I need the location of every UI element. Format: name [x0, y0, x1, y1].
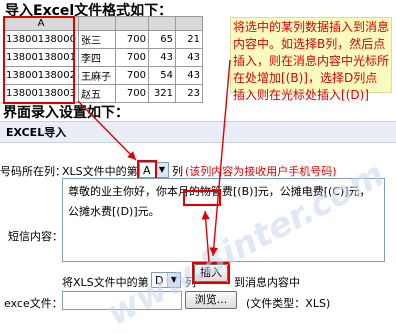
- annotation-arrows: [77, 59, 231, 263]
- arrow-to-sms-token: [201, 210, 210, 263]
- arrow-to-phone-select: [77, 100, 137, 161]
- arrow-to-insert-button: [209, 59, 231, 257]
